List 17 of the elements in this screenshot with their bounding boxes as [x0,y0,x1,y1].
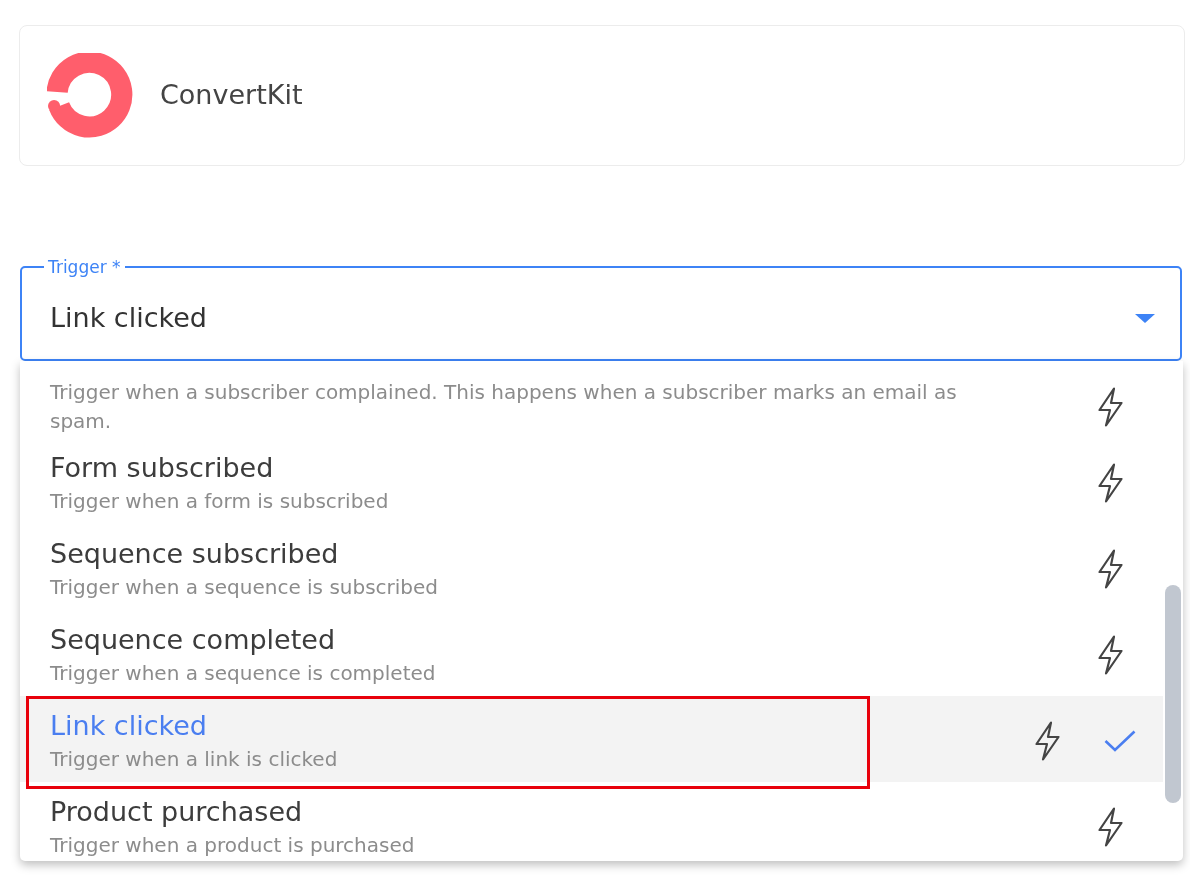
lightning-icon [1097,387,1124,427]
trigger-option[interactable]: Product purchased Trigger when a product is purchased [20,782,1163,861]
caret-icon [1135,313,1155,323]
scrollbar-thumb[interactable] [1165,585,1181,803]
trigger-option[interactable]: Form subscribed Trigger when a form is subscribed [20,438,1163,524]
ring-logo-icon [47,52,133,139]
field-label: Trigger * [47,257,122,277]
lightning-icon [1034,721,1061,761]
app-name: ConvertKit [160,79,303,112]
lightning-icon [1097,463,1124,503]
lightning-icon [1097,807,1124,847]
trigger-select[interactable]: Trigger * Link clicked [20,257,1182,361]
lightning-icon [1097,635,1124,675]
trigger-option[interactable]: Sequence completed Trigger when a sequence is completed [20,610,1163,696]
trigger-option[interactable]: Sequence subscribed Trigger when a sequence is subscribed [20,524,1163,610]
lightning-icon [1097,549,1124,589]
check-icon [1104,730,1136,752]
